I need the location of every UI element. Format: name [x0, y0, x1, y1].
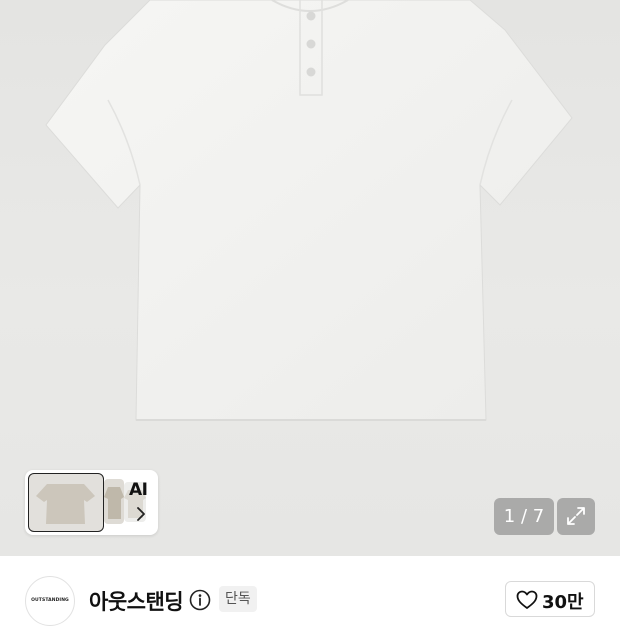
ai-label[interactable]: AI: [129, 480, 148, 500]
shirt-body: [45, 0, 573, 421]
expand-icon: [567, 507, 585, 525]
thumbnail-1[interactable]: [28, 473, 104, 532]
brand-bar: OUTSTANDING 아웃스탠딩 단독 30만: [0, 556, 620, 626]
like-button[interactable]: 30만: [505, 581, 595, 617]
fullscreen-button[interactable]: [557, 498, 595, 535]
like-count: 30만: [542, 592, 584, 613]
thumbnail-2[interactable]: [104, 479, 124, 524]
product-image-viewer[interactable]: AI 1 / 7: [0, 0, 620, 556]
chevron-right-icon[interactable]: [133, 506, 149, 522]
image-page-counter: 1 / 7: [494, 498, 554, 535]
info-icon[interactable]: [189, 589, 211, 611]
ai-thumbnail-panel[interactable]: AI: [25, 470, 158, 535]
heart-outline-icon: [516, 590, 538, 609]
brand-logo[interactable]: OUTSTANDING: [25, 576, 75, 626]
brand-name[interactable]: 아웃스탠딩: [89, 586, 184, 616]
exclusive-badge: 단독: [219, 586, 257, 612]
brand-logo-text: OUTSTANDING: [31, 598, 69, 603]
